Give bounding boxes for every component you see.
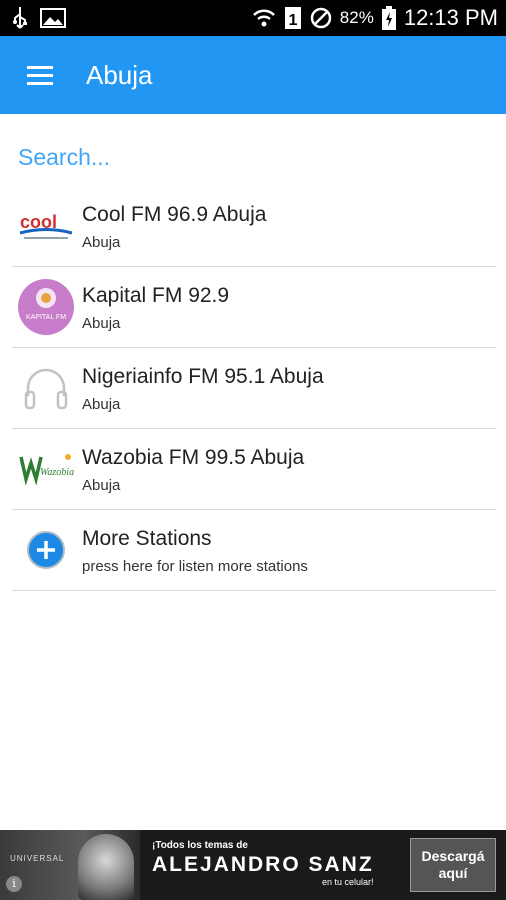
more-stations-title: More Stations bbox=[82, 526, 212, 550]
more-stations-subtitle: press here for listen more stations bbox=[82, 557, 308, 575]
station-city: Abuja bbox=[82, 395, 121, 413]
ad-text: ¡Todos los temas de ALEJANDRO SANZ en tu… bbox=[152, 840, 374, 887]
svg-text:KAPITAL FM: KAPITAL FM bbox=[26, 314, 66, 321]
svg-text:1: 1 bbox=[288, 12, 297, 29]
app-bar: Abuja bbox=[0, 36, 506, 114]
menu-button[interactable] bbox=[0, 36, 80, 114]
ad-download-button[interactable]: Descargá aquí bbox=[410, 838, 496, 892]
image-icon bbox=[40, 8, 66, 28]
station-city: Abuja bbox=[82, 314, 121, 332]
station-city: Abuja bbox=[82, 233, 121, 251]
headphones-icon bbox=[16, 358, 76, 418]
station-item-nigeriainfo-fm[interactable]: Nigeriainfo FM 95.1 Abuja Abuja bbox=[12, 348, 496, 429]
page-title: Abuja bbox=[86, 59, 153, 90]
wazobia-fm-logo: Wazobia bbox=[16, 439, 76, 499]
station-item-wazobia-fm[interactable]: Wazobia Wazobia FM 99.5 Abuja Abuja bbox=[12, 429, 496, 510]
station-item-kapital-fm[interactable]: KAPITAL FM Kapital FM 92.9 Abuja bbox=[12, 267, 496, 348]
ad-banner[interactable]: UNIVERSAL ¡Todos los temas de ALEJANDRO … bbox=[0, 830, 506, 900]
no-disturb-icon bbox=[310, 7, 332, 29]
kapital-fm-logo: KAPITAL FM bbox=[16, 277, 76, 337]
ad-line1: ¡Todos los temas de bbox=[152, 840, 248, 851]
more-stations-item[interactable]: More Stations press here for listen more… bbox=[12, 510, 496, 591]
ad-artist: ALEJANDRO SANZ bbox=[152, 853, 374, 876]
station-title: Kapital FM 92.9 bbox=[82, 283, 230, 307]
hamburger-icon bbox=[27, 61, 53, 90]
wifi-icon bbox=[252, 7, 276, 29]
ad-line3: en tu celular! bbox=[322, 877, 374, 887]
search-input[interactable] bbox=[18, 140, 488, 174]
battery-icon bbox=[381, 6, 396, 30]
usb-icon bbox=[12, 6, 28, 30]
universal-logo: UNIVERSAL bbox=[10, 854, 65, 863]
station-title: Cool FM 96.9 Abuja bbox=[82, 202, 267, 226]
artist-photo bbox=[78, 834, 134, 900]
clock: 12:13 PM bbox=[403, 5, 498, 30]
sim-icon: 1 bbox=[284, 6, 302, 30]
plus-circle-icon bbox=[16, 520, 76, 580]
svg-text:Wazobia: Wazobia bbox=[40, 467, 74, 478]
station-list: cool Cool FM 96.9 Abuja Abuja KAPITAL FM… bbox=[12, 186, 496, 591]
ad-info-icon[interactable]: i bbox=[6, 876, 22, 892]
cool-fm-logo: cool bbox=[16, 196, 76, 256]
status-bar: 1 82% 12:13 PM bbox=[0, 0, 506, 36]
battery-percent: 82% bbox=[339, 8, 374, 27]
station-title: Nigeriainfo FM 95.1 Abuja bbox=[82, 364, 324, 388]
ad-image: UNIVERSAL bbox=[0, 830, 140, 900]
station-city: Abuja bbox=[82, 476, 121, 494]
station-item-cool-fm[interactable]: cool Cool FM 96.9 Abuja Abuja bbox=[12, 186, 496, 267]
station-title: Wazobia FM 99.5 Abuja bbox=[82, 445, 305, 469]
